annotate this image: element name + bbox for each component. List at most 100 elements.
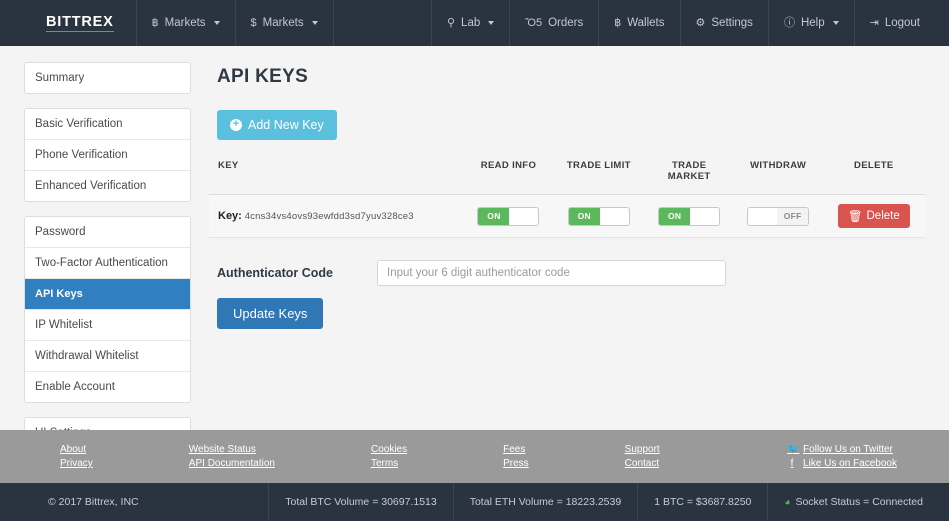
nav-item-label: Markets: [165, 17, 206, 29]
facebook-icon: f: [787, 458, 797, 469]
bitcoin-icon: ฿: [152, 18, 159, 29]
sidebar-item-ip-whitelist[interactable]: IP Whitelist: [25, 310, 190, 341]
nav-item-label: Logout: [885, 17, 920, 29]
page-title: API KEYS: [217, 66, 925, 88]
brand-logo[interactable]: BITTREX: [30, 0, 137, 46]
wifi-icon: ◕: [784, 497, 790, 508]
footer-social-label: Follow Us on Twitter: [803, 444, 893, 455]
footer-link-follow-us-on-twitter[interactable]: 🐦 Follow Us on Twitter: [787, 444, 897, 455]
page-body: Summary Basic VerificationPhone Verificat…: [0, 46, 949, 430]
nav-item-label: Lab: [461, 17, 480, 29]
sidebar-item-basic-verification[interactable]: Basic Verification: [25, 109, 190, 140]
app-root: BITTREX ฿ Markets $Markets ⚲ Lab Ὄ5Orders฿Wa…: [0, 0, 949, 521]
footer-social-label: Like Us on Facebook: [803, 458, 897, 469]
toggle-trade-market-state: ON: [659, 208, 690, 225]
status-eth-volume: Total ETH Volume = 18223.2539: [453, 483, 637, 521]
toggle-read-info-state: ON: [478, 208, 509, 225]
sidebar-item-password[interactable]: Password: [25, 217, 190, 248]
chevron-down-icon: [488, 21, 494, 25]
footer-column-4: Support Contact: [625, 444, 660, 469]
footer-column-2: Cookies Terms: [371, 444, 407, 469]
nav-item-label: Orders: [548, 17, 583, 29]
key-value: 4cns34vs4ovs93ewfdd3sd7yuv328ce3: [245, 211, 414, 222]
top-navbar: BITTREX ฿ Markets $Markets ⚲ Lab Ὄ5Orders฿Wa…: [0, 0, 949, 46]
nav-item-orders-r1[interactable]: Ὄ5Orders: [509, 0, 598, 46]
question-circle-icon: ⓘ: [784, 18, 795, 29]
cell-key: Key: 4cns34vs4ovs93ewfdd3sd7yuv328ce3: [209, 195, 464, 238]
sidebar-item-summary[interactable]: Summary: [25, 63, 190, 93]
sidebar-item-enable-account[interactable]: Enable Account: [25, 372, 190, 402]
nav-item-logout-r5[interactable]: ⇥Logout: [854, 0, 935, 46]
status-socket-label: Socket Status = Connected: [795, 496, 923, 508]
plus-icon: +: [230, 119, 242, 131]
toggle-withdraw-state: OFF: [777, 208, 808, 225]
status-btc-price: 1 BTC = $3687.8250: [637, 483, 767, 521]
trash-icon: 🗑: [848, 209, 863, 223]
footer-link-website-status[interactable]: Website Status: [189, 444, 275, 455]
table-row: Key: 4cns34vs4ovs93ewfdd3sd7yuv328ce3 ON…: [209, 195, 925, 238]
status-btc-volume: Total BTC Volume = 30697.1513: [268, 483, 452, 521]
toggle-withdraw[interactable]: OFF: [747, 207, 809, 226]
update-keys-button[interactable]: Update Keys: [217, 298, 323, 329]
gear-icon: ⚙: [696, 18, 706, 29]
toggle-trade-market[interactable]: ON: [658, 207, 720, 226]
twitter-icon: 🐦: [787, 444, 797, 455]
toggle-trade-limit[interactable]: ON: [568, 207, 630, 226]
navbar-right-group: ⚲ Lab Ὄ5Orders฿Wallets ⚙ Settings ⓘHelp⇥Logou…: [431, 0, 935, 46]
sidebar-item-label: Two-Factor Authentication: [35, 257, 168, 269]
sidebar-item-label: API Keys: [35, 288, 83, 300]
footer-link-contact[interactable]: Contact: [625, 458, 660, 469]
sidebar-item-two-factor-authentication[interactable]: Two-Factor Authentication: [25, 248, 190, 279]
authenticator-row: Authenticator Code: [217, 260, 925, 286]
footer-link-press[interactable]: Press: [503, 458, 529, 469]
nav-item-lab-r0[interactable]: ⚲ Lab: [431, 0, 509, 46]
toggle-read-info[interactable]: ON: [477, 207, 539, 226]
authenticator-code-label: Authenticator Code: [217, 266, 377, 280]
api-keys-table: KEY READ INFO TRADE LIMIT TRADEMARKET WI…: [209, 154, 925, 238]
nav-item-markets-l0[interactable]: ฿ Markets: [137, 0, 236, 46]
table-header-row: KEY READ INFO TRADE LIMIT TRADEMARKET WI…: [209, 154, 925, 195]
footer-link-fees[interactable]: Fees: [503, 444, 529, 455]
cell-delete: 🗑 Delete: [823, 195, 925, 238]
bitcoin-icon: ฿: [614, 18, 621, 29]
sidebar-group-1: Basic VerificationPhone Verification Enha…: [24, 108, 191, 202]
footer-link-like-us-on-facebook[interactable]: f Like Us on Facebook: [787, 458, 897, 469]
add-new-key-button[interactable]: + Add New Key: [217, 110, 337, 140]
sidebar-item-withdrawal-whitelist[interactable]: Withdrawal Whitelist: [25, 341, 190, 372]
footer-column-1: Website Status API Documentation: [189, 444, 275, 469]
cell-trade-market: ON: [645, 195, 734, 238]
status-bar: © 2017 Bittrex, INC Total BTC Volume = 3…: [0, 483, 949, 521]
sidebar-item-ui-settings[interactable]: UI Settings: [25, 418, 190, 430]
nav-item-label: Settings: [711, 17, 753, 29]
delete-key-button[interactable]: 🗑 Delete: [838, 204, 910, 228]
dollar-icon: $: [251, 18, 257, 29]
sidebar-item-api-keys[interactable]: API Keys: [25, 279, 190, 310]
settings-sidebar: Summary Basic VerificationPhone Verificat…: [24, 62, 191, 430]
footer-link-support[interactable]: Support: [625, 444, 660, 455]
header-read-info: READ INFO: [464, 154, 553, 195]
footer-column-0: About Privacy: [60, 444, 93, 469]
footer-link-about[interactable]: About: [60, 444, 93, 455]
sidebar-item-phone-verification[interactable]: Phone Verification: [25, 140, 190, 171]
brand-logo-text: BITTREX: [46, 14, 114, 32]
header-delete: DELETE: [823, 154, 925, 195]
nav-item-wallets-r2[interactable]: ฿Wallets: [598, 0, 679, 46]
header-trade-limit: TRADE LIMIT: [553, 154, 645, 195]
sidebar-item-label: IP Whitelist: [35, 319, 92, 331]
footer-link-terms[interactable]: Terms: [371, 458, 407, 469]
sidebar-item-enhanced-verification[interactable]: Enhanced Verification: [25, 171, 190, 201]
footer-link-cookies[interactable]: Cookies: [371, 444, 407, 455]
nav-item-help-r4[interactable]: ⓘHelp: [768, 0, 854, 46]
footer-link-privacy[interactable]: Privacy: [60, 458, 93, 469]
nav-item-settings-r3[interactable]: ⚙ Settings: [680, 0, 768, 46]
nav-item-markets-l1[interactable]: $Markets: [236, 0, 334, 46]
update-keys-row: Update Keys: [209, 298, 925, 329]
main-content: API KEYS + Add New Key KEY READ INFO TRA…: [209, 62, 925, 329]
key-label: Key:: [218, 210, 242, 222]
authenticator-code-input[interactable]: [377, 260, 726, 286]
copyright-text: © 2017 Bittrex, INC: [30, 483, 268, 521]
footer-link-api-documentation[interactable]: API Documentation: [189, 458, 275, 469]
sidebar-item-label: Enhanced Verification: [35, 180, 146, 192]
flask-icon: ⚲: [447, 18, 455, 29]
delete-button-label: Delete: [867, 210, 900, 222]
